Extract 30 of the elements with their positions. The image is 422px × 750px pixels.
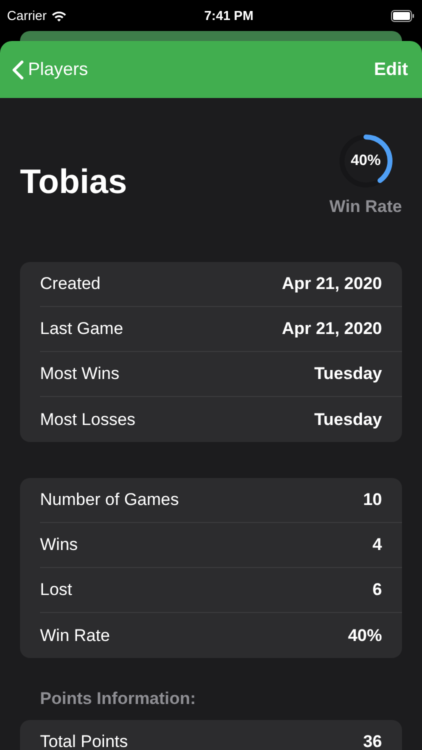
- row-value: 40%: [348, 624, 382, 647]
- row-value: 10: [363, 489, 382, 512]
- row-label: Total Points: [40, 731, 128, 750]
- section-header: Points Information:: [39, 688, 197, 710]
- row-value: 6: [372, 579, 382, 602]
- status-time: 7:41 PM: [204, 6, 254, 25]
- chevron-left-icon: [12, 60, 24, 80]
- row-label: Created: [40, 273, 100, 296]
- edit-button[interactable]: Edit: [374, 56, 408, 83]
- row-label: Last Game: [40, 318, 124, 340]
- win-rate-label: Win Rate: [329, 196, 402, 218]
- row-label: Most Wins: [40, 363, 120, 386]
- player-name: Tobias: [20, 162, 128, 202]
- row-value: 4: [372, 534, 382, 556]
- progress-ring: [336, 132, 395, 190]
- row-value: 36: [363, 731, 382, 750]
- row-label: Win Rate: [40, 624, 110, 647]
- row-value: Tuesday: [314, 408, 382, 431]
- row-label: Most Losses: [40, 408, 136, 431]
- row-value: Apr 21, 2020: [282, 273, 382, 296]
- row-label: Number of Games: [40, 489, 179, 512]
- row-value: Tuesday: [314, 363, 382, 386]
- carrier-label: Carrier: [7, 6, 47, 25]
- back-button[interactable]: Players: [12, 56, 88, 83]
- row-label: Lost: [40, 579, 72, 602]
- row-label: Wins: [40, 534, 78, 556]
- wifi-icon: [50, 10, 67, 22]
- battery-icon: [391, 10, 415, 22]
- ring-percentage: 40%: [350, 151, 381, 171]
- row-value: Apr 21, 2020: [282, 318, 382, 340]
